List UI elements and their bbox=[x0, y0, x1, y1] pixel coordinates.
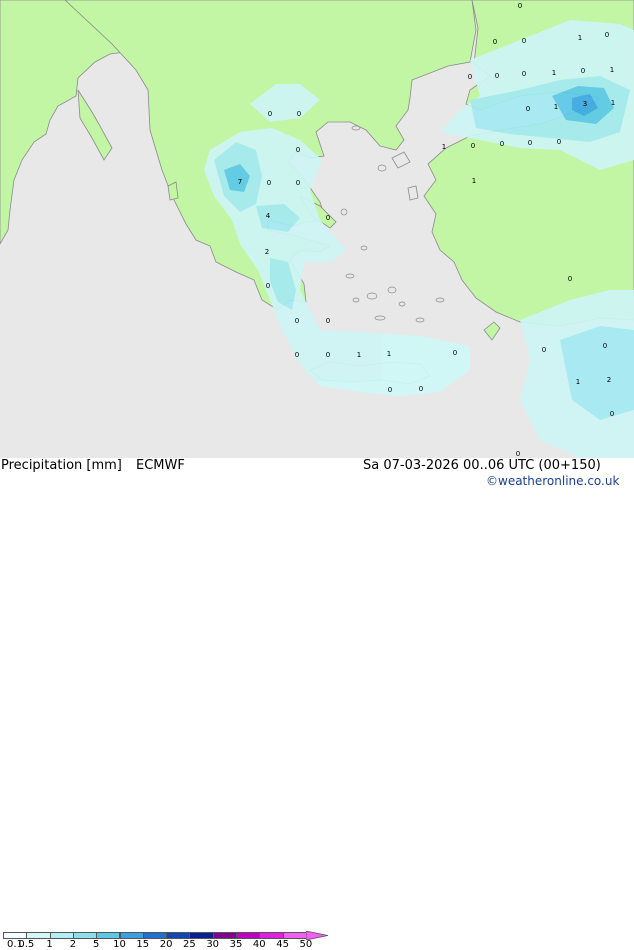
precip-value-label: 7 bbox=[238, 178, 242, 186]
precip-value-label: 0 bbox=[581, 67, 585, 75]
legend-swatch bbox=[236, 932, 261, 939]
precip-value-label: 0 bbox=[522, 37, 526, 45]
precip-value-label: 0 bbox=[516, 450, 520, 458]
legend-tick-label: 5 bbox=[93, 939, 100, 950]
legend-swatch bbox=[166, 932, 191, 939]
precip-value-label: 0 bbox=[297, 110, 301, 118]
legend-swatch bbox=[212, 932, 237, 939]
precip-value-label: 1 bbox=[611, 99, 615, 107]
legend-swatch bbox=[282, 932, 307, 939]
precip-value-label: 0 bbox=[605, 31, 609, 39]
precip-value-label: 1 bbox=[357, 351, 361, 359]
legend-tick-label: 35 bbox=[229, 939, 243, 950]
precip-value-label: 0 bbox=[296, 179, 300, 187]
precip-value-label: 0 bbox=[326, 317, 330, 325]
legend-tick-label: 1 bbox=[46, 939, 53, 950]
precip-value-label: 0 bbox=[295, 317, 299, 325]
model-name: ECMWF bbox=[136, 458, 185, 473]
precip-value-label: 0 bbox=[500, 140, 504, 148]
precip-value-label: 1 bbox=[578, 34, 582, 42]
legend-swatch bbox=[3, 932, 28, 939]
precip-value-label: 0 bbox=[453, 349, 457, 357]
legend-tick-label: 40 bbox=[252, 939, 266, 950]
legend-swatch bbox=[142, 932, 168, 939]
legend-swatch bbox=[96, 932, 121, 939]
precip-value-label: 0 bbox=[495, 72, 499, 80]
precip-value-label: 3 bbox=[583, 100, 587, 108]
precip-value-label: 0 bbox=[326, 214, 330, 222]
product-title: Precipitation [mm] bbox=[1, 458, 122, 473]
precip-value-label: 0 bbox=[528, 139, 532, 147]
precip-value-label: 0 bbox=[522, 70, 526, 78]
legend-swatch bbox=[259, 932, 284, 939]
precip-value-label: 0 bbox=[610, 410, 614, 418]
legend-swatch bbox=[72, 932, 98, 939]
precip-value-label: 1 bbox=[610, 66, 614, 74]
precip-value-label: 0 bbox=[419, 385, 423, 393]
precip-value-label: 0 bbox=[267, 179, 271, 187]
precip-value-label: 2 bbox=[265, 248, 269, 256]
precip-value-label: 0 bbox=[295, 351, 299, 359]
legend-tick-label: 2 bbox=[69, 939, 77, 950]
legend-tick-label: 30 bbox=[206, 939, 220, 950]
precip-value-label: 0 bbox=[603, 342, 607, 350]
precip-value-label: 2 bbox=[607, 376, 611, 384]
forecast-map: 0 1 0 0 0 0 0 0 1 0 1 0 1 3 1 0 0 1 0 0 0 0 0 7 0 0 1 4 0 2 0 0 0 0 0 0 1 1 0 0… bbox=[0, 0, 634, 458]
legend-swatch bbox=[119, 932, 144, 939]
precip-value-label: 0 bbox=[493, 38, 497, 46]
legend-swatch bbox=[26, 932, 51, 939]
precip-value-label: 1 bbox=[554, 103, 558, 111]
precip-value-label: 0 bbox=[326, 351, 330, 359]
legend-tick-label: 10 bbox=[113, 939, 126, 950]
credit-link[interactable]: ©weatheronline.co.uk bbox=[486, 474, 619, 488]
precip-value-label: 0 bbox=[542, 346, 546, 354]
legend-tick-label: 20 bbox=[159, 939, 173, 950]
precip-value-label: 0 bbox=[468, 73, 472, 81]
legend-arrow-icon bbox=[306, 931, 328, 940]
precip-value-label: 1 bbox=[387, 350, 391, 358]
footer: Precipitation [mm] ECMWF Sa 07-03-2026 0… bbox=[0, 458, 634, 950]
precip-value-label: 4 bbox=[266, 212, 271, 220]
legend-swatch bbox=[189, 932, 214, 939]
precip-value-label: 0 bbox=[518, 2, 522, 10]
precip-value-label: 1 bbox=[576, 378, 580, 386]
legend-colorbar bbox=[3, 932, 307, 939]
precip-value-label: 0 bbox=[266, 282, 270, 290]
map-canvas: 0 1 0 0 0 0 0 0 1 0 1 0 1 3 1 0 0 1 0 0 0 0 0 7 0 0 1 4 0 2 0 0 0 0 0 0 1 1 0 0… bbox=[0, 0, 634, 458]
legend-tick-label: 15 bbox=[136, 939, 150, 950]
legend-tick-label: 0.5 bbox=[18, 939, 35, 950]
precip-value-label: 0 bbox=[296, 146, 300, 154]
precip-value-label: 0 bbox=[526, 105, 530, 113]
precip-value-label: 1 bbox=[552, 69, 556, 77]
legend-tick-label: 45 bbox=[276, 939, 289, 950]
land-chios bbox=[407, 185, 419, 201]
legend-swatch bbox=[49, 932, 74, 939]
precip-value-label: 1 bbox=[442, 143, 446, 151]
precip-value-label: 1 bbox=[472, 177, 476, 185]
precip-value-label: 0 bbox=[557, 138, 561, 146]
legend-tick-label: 25 bbox=[183, 939, 196, 950]
precip-value-label: 0 bbox=[471, 142, 475, 150]
precip-value-label: 0 bbox=[268, 110, 272, 118]
precip-value-label: 0 bbox=[568, 275, 572, 283]
legend-tick-label: 50 bbox=[299, 939, 313, 950]
precip-value-label: 0 bbox=[388, 386, 392, 394]
valid-datetime: Sa 07-03-2026 00..06 UTC (00+150) bbox=[363, 458, 601, 473]
